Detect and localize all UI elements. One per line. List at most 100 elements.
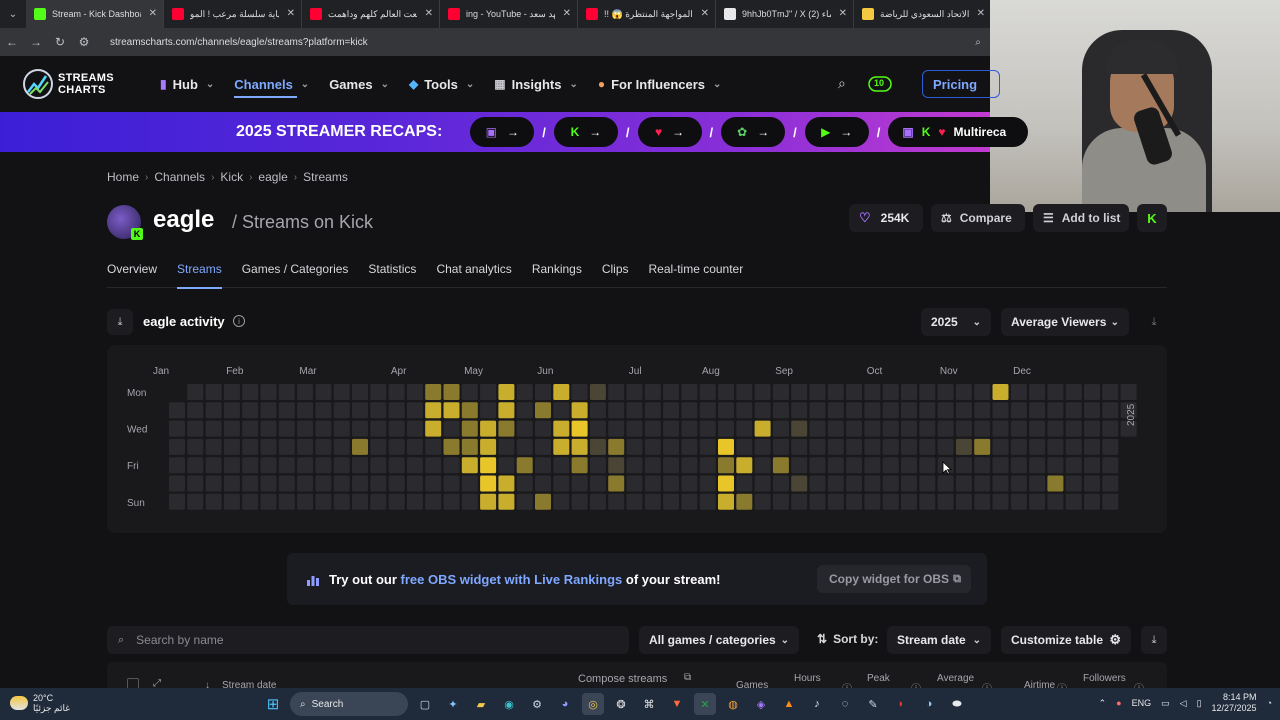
heatmap-cell[interactable]: [772, 438, 789, 455]
heatmap-cell-active[interactable]: [553, 384, 570, 400]
heatmap-cell[interactable]: [406, 420, 423, 437]
heatmap-cell[interactable]: [864, 457, 881, 474]
heatmap-cell[interactable]: [699, 402, 716, 419]
heatmap-cell[interactable]: [315, 475, 332, 492]
heatmap-cell[interactable]: [754, 493, 771, 510]
heatmap-cell[interactable]: [461, 475, 478, 492]
nav-tools[interactable]: ◆ Tools ⌄: [399, 56, 484, 112]
heatmap-cell[interactable]: [571, 493, 588, 510]
heatmap-cell[interactable]: [1102, 384, 1119, 400]
heatmap-cell[interactable]: [974, 402, 991, 419]
heatmap-cell-active[interactable]: [498, 402, 515, 419]
heatmap-cell[interactable]: [754, 475, 771, 492]
heatmap-cell[interactable]: [937, 384, 954, 400]
heatmap-cell[interactable]: [260, 457, 277, 474]
heatmap-cell-active[interactable]: [535, 402, 551, 419]
heatmap-cell-active[interactable]: [754, 420, 771, 437]
heatmap-cell-active[interactable]: [992, 384, 1009, 400]
heatmap-cell-active[interactable]: [571, 420, 588, 437]
heatmap-cell[interactable]: [589, 457, 606, 474]
heatmap-cell[interactable]: [223, 475, 240, 492]
heatmap-cell-active[interactable]: [425, 420, 442, 437]
obs-icon[interactable]: ◌: [834, 693, 856, 715]
search-icon[interactable]: ⌕: [838, 75, 846, 92]
tab-statistics[interactable]: Statistics: [368, 256, 416, 288]
heatmap-cell[interactable]: [992, 438, 1009, 455]
recap-twitch-pill[interactable]: ▣ →: [470, 117, 535, 147]
heatmap-cell[interactable]: [553, 493, 570, 510]
heatmap-cell[interactable]: [425, 475, 442, 492]
heatmap-cell[interactable]: [242, 384, 259, 400]
heatmap-cell[interactable]: [809, 402, 826, 419]
heatmap-cell-active[interactable]: [718, 438, 734, 455]
heatmap-cell[interactable]: [827, 457, 844, 474]
recap-play-pill[interactable]: ▶ →: [804, 117, 869, 147]
heatmap-cell[interactable]: [535, 475, 551, 492]
tab-rankings[interactable]: Rankings: [532, 256, 582, 288]
heatmap-cell[interactable]: [169, 475, 185, 492]
heatmap-cell[interactable]: [187, 457, 204, 474]
heatmap-cell[interactable]: [827, 438, 844, 455]
breadcrumb-kick[interactable]: Kick: [220, 170, 243, 184]
heatmap-cell[interactable]: [535, 384, 551, 400]
heatmap-cell[interactable]: [882, 384, 899, 400]
col-followers[interactable]: Followers: [1083, 673, 1126, 684]
heatmap-cell[interactable]: [1010, 402, 1027, 419]
heatmap-cell[interactable]: [1065, 457, 1082, 474]
messenger-icon[interactable]: ◍: [722, 693, 744, 715]
heatmap-cell-active[interactable]: [535, 493, 551, 510]
heatmap-cell[interactable]: [571, 384, 588, 400]
heatmap-cell[interactable]: [809, 475, 826, 492]
heatmap-cell[interactable]: [736, 384, 753, 400]
heatmap-cell[interactable]: [388, 420, 405, 437]
heatmap-cell[interactable]: [352, 457, 368, 474]
tab-streams[interactable]: Streams: [177, 256, 222, 289]
heatmap-cell[interactable]: [278, 475, 295, 492]
live-count-badge[interactable]: 10: [868, 76, 892, 92]
heatmap-cell[interactable]: [864, 384, 881, 400]
heatmap-cell-active[interactable]: [718, 493, 734, 510]
heatmap-cell[interactable]: [699, 384, 716, 400]
streamer-recaps-banner[interactable]: 2025 STREAMER RECAPS: ▣ → / K → / ♥ → / ✿ → …: [0, 112, 1029, 152]
heatmap-cell[interactable]: [864, 438, 881, 455]
heatmap-cell[interactable]: [1065, 402, 1082, 419]
heatmap-cell[interactable]: [242, 457, 259, 474]
heatmap-cell[interactable]: [1102, 438, 1119, 455]
heatmap-cell[interactable]: [791, 384, 808, 400]
battery-icon[interactable]: ▯: [1197, 698, 1202, 709]
close-tab-icon[interactable]: ✕: [287, 8, 295, 19]
heatmap-cell[interactable]: [937, 493, 954, 510]
heatmap-cell[interactable]: [315, 402, 332, 419]
heatmap-cell-active[interactable]: [553, 438, 570, 455]
heatmap-cell-active[interactable]: [772, 457, 789, 474]
heatmap-cell[interactable]: [498, 457, 515, 474]
heatmap-cell-active[interactable]: [443, 438, 460, 455]
url-field[interactable]: streamscharts.com/channels/eagle/streams…: [110, 37, 966, 48]
heatmap-cell[interactable]: [205, 402, 222, 419]
heatmap-cell[interactable]: [205, 457, 222, 474]
close-tab-icon[interactable]: ✕: [701, 8, 709, 19]
table-export-button[interactable]: ⤓: [1141, 626, 1167, 654]
kick-profile-button[interactable]: K: [1137, 204, 1167, 232]
heatmap-cell[interactable]: [882, 420, 899, 437]
heatmap-cell[interactable]: [626, 402, 643, 419]
heatmap-cell[interactable]: [809, 493, 826, 510]
heatmap-cell-active[interactable]: [553, 420, 570, 437]
heatmap-cell[interactable]: [516, 493, 533, 510]
forward-icon[interactable]: →: [24, 35, 48, 49]
heatmap-cell[interactable]: [736, 420, 753, 437]
heatmap-cell[interactable]: [919, 402, 936, 419]
chatgpt-icon[interactable]: ❂: [610, 693, 632, 715]
heatmap-cell-active[interactable]: [571, 457, 588, 474]
heatmap-cell[interactable]: [1010, 475, 1027, 492]
heatmap-cell[interactable]: [535, 438, 551, 455]
heatmap-cell-active[interactable]: [498, 493, 515, 510]
heatmap-cell[interactable]: [919, 384, 936, 400]
windows-start-icon[interactable]: ⊞: [262, 693, 284, 715]
nav-channels[interactable]: Channels ⌄: [224, 56, 319, 112]
nav-hub[interactable]: ▮ Hub ⌄: [150, 56, 224, 112]
heatmap-cell[interactable]: [260, 493, 277, 510]
heatmap-cell[interactable]: [955, 402, 972, 419]
heatmap-cell[interactable]: [955, 475, 972, 492]
heatmap-cell[interactable]: [370, 457, 387, 474]
